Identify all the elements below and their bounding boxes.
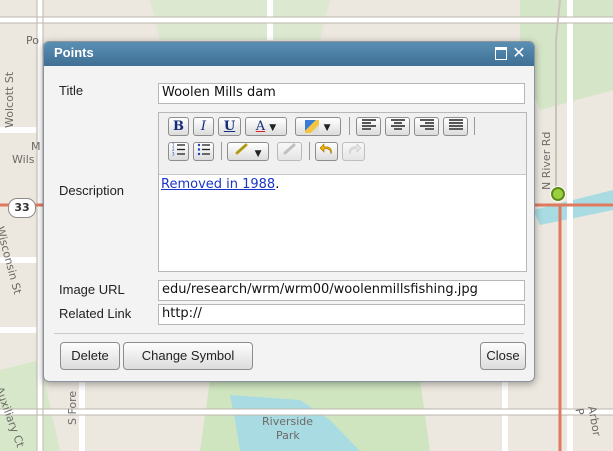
italic-icon[interactable]: I bbox=[193, 117, 214, 136]
related-link-label: Related Link bbox=[59, 306, 132, 321]
create-link-icon[interactable]: ▼ bbox=[227, 142, 269, 161]
related-link-field[interactable]: http:// bbox=[158, 304, 525, 325]
chevron-down-icon: ▼ bbox=[254, 149, 262, 159]
close-button[interactable]: Close bbox=[480, 342, 526, 370]
description-link[interactable]: Removed in 1988 bbox=[161, 177, 275, 192]
map-label: Arbor P bbox=[572, 405, 604, 438]
redo-icon[interactable] bbox=[342, 142, 365, 161]
undo-icon[interactable] bbox=[315, 142, 338, 161]
justify-icon[interactable] bbox=[443, 117, 468, 136]
toolbar-separator bbox=[221, 142, 222, 160]
route-shield: 33 bbox=[8, 198, 36, 218]
align-center-icon[interactable] bbox=[385, 117, 410, 136]
toolbar-separator bbox=[474, 117, 475, 135]
points-dialog: Points ✕ Title Woolen Mills dam Descript… bbox=[43, 41, 535, 382]
description-label: Description bbox=[59, 183, 125, 198]
editor-toolbar: B I U A ▼ ▼ 1 2 3 ▼ bbox=[159, 113, 526, 175]
highlight-color-icon[interactable]: ▼ bbox=[295, 117, 341, 136]
delete-button[interactable]: Delete bbox=[60, 342, 120, 370]
title-label: Title bbox=[59, 83, 84, 98]
maximize-icon[interactable] bbox=[494, 46, 508, 60]
font-color-letter: A bbox=[255, 119, 266, 134]
svg-text:3: 3 bbox=[172, 152, 175, 157]
dialog-title: Points bbox=[54, 45, 94, 60]
ordered-list-icon[interactable]: 123 bbox=[168, 142, 189, 161]
map-label: Wils bbox=[12, 153, 35, 166]
map-label: N River Rd bbox=[540, 131, 553, 190]
toolbar-separator bbox=[309, 142, 310, 160]
chevron-down-icon: ▼ bbox=[323, 123, 331, 133]
description-trailing-text: . bbox=[275, 177, 280, 192]
description-editor[interactable]: B I U A ▼ ▼ 1 2 3 ▼ Removed in 1988. bbox=[158, 112, 527, 272]
image-url-field[interactable]: edu/research/wrm/wrm00/woolenmillsfishin… bbox=[158, 280, 525, 301]
map-point-marker[interactable] bbox=[551, 187, 565, 201]
underline-icon[interactable]: U bbox=[218, 117, 241, 136]
close-icon[interactable]: ✕ bbox=[512, 45, 526, 61]
map-label: Riverside bbox=[262, 415, 314, 428]
map-label: Park bbox=[276, 429, 300, 442]
map-label: M bbox=[31, 140, 41, 153]
title-field[interactable]: Woolen Mills dam bbox=[158, 83, 525, 104]
dialog-titlebar[interactable]: Points ✕ bbox=[44, 42, 534, 66]
map-label: Po bbox=[26, 34, 39, 47]
description-text[interactable]: Removed in 1988. bbox=[161, 177, 279, 192]
unordered-list-icon[interactable] bbox=[193, 142, 214, 161]
bold-icon[interactable]: B bbox=[168, 117, 189, 136]
align-left-icon[interactable] bbox=[356, 117, 381, 136]
change-symbol-button[interactable]: Change Symbol bbox=[123, 342, 253, 370]
toolbar-separator bbox=[349, 117, 350, 135]
dialog-divider bbox=[54, 333, 524, 334]
map-label: S Fore bbox=[66, 390, 79, 425]
chevron-down-icon: ▼ bbox=[269, 123, 277, 133]
align-right-icon[interactable] bbox=[414, 117, 439, 136]
image-url-label: Image URL bbox=[59, 282, 125, 297]
remove-link-icon[interactable] bbox=[277, 142, 302, 161]
font-color-icon[interactable]: A ▼ bbox=[245, 117, 287, 136]
map-label: Wolcott St bbox=[3, 71, 16, 128]
